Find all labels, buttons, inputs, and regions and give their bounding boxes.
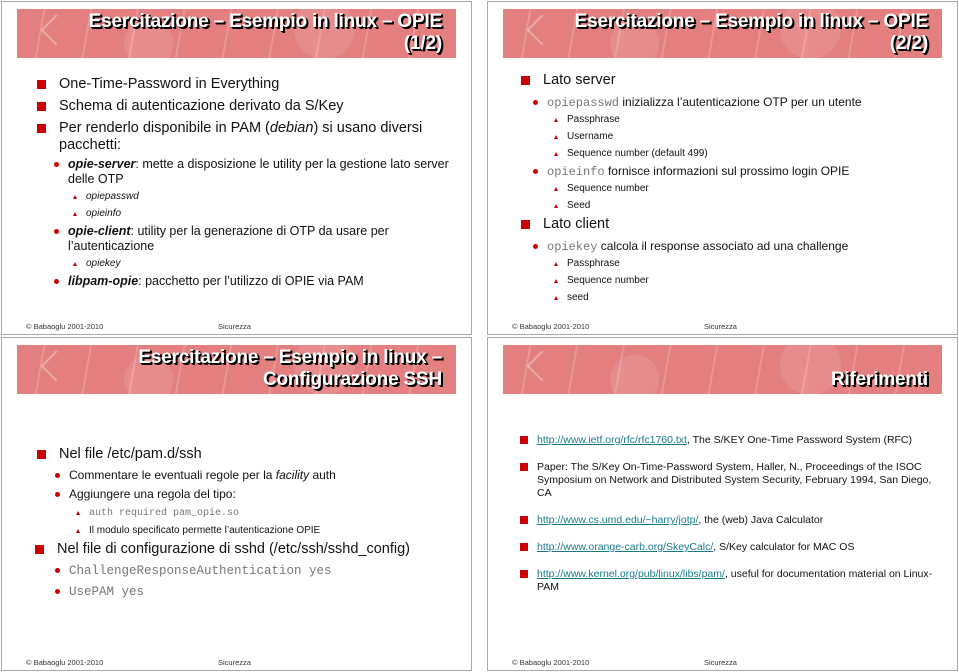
reference-item: Paper: The S/Key On-Time-Password System… [520, 461, 942, 500]
package-utility: opiepasswd [72, 190, 451, 203]
package-name: opie-client [68, 224, 131, 238]
slide-title: Esercitazione – Esempio in linux – Confi… [138, 347, 442, 391]
slide-ssh-config: Esercitazione – Esempio in linux – Confi… [1, 337, 472, 671]
command-name: opiekey [547, 240, 598, 254]
footer-topic: Sicurezza [218, 322, 251, 331]
footer-topic: Sicurezza [704, 322, 737, 331]
slide-title-bar: Esercitazione – Esempio in linux – OPIE … [17, 9, 456, 58]
package-utility: opiekey [72, 257, 451, 270]
title-line-1: Esercitazione – Esempio in linux – OPIE [88, 11, 443, 32]
footer-copyright: © Babaoglu 2001-2010 [512, 658, 590, 667]
package-item: opie-client: utility per la generazione … [54, 224, 451, 254]
section-heading: Nel file di configurazione di sshd (/etc… [35, 541, 456, 558]
reference-text: , The S/KEY One-Time Password System (RF… [686, 434, 913, 446]
slide-title-bar: Riferimenti [503, 345, 942, 394]
rule-code-text: auth required pam_opie.so [89, 508, 240, 519]
command-item: opiepasswd inizializza l’autenticazione … [533, 95, 942, 111]
bullet-item: Per renderlo disponibile in PAM (debian)… [37, 120, 451, 154]
command-item: opieinfo fornisce informazioni sul pross… [533, 164, 942, 180]
slide-title: Esercitazione – Esempio in linux – OPIE … [88, 11, 443, 55]
bullet-item: One-Time-Password in Everything [37, 76, 451, 93]
reference-item: http://www.cs.umd.edu/~harry/jotp/, the … [520, 514, 942, 527]
slide-title-bar: Esercitazione – Esempio in linux – Confi… [17, 345, 456, 394]
slide-title: Riferimenti [830, 369, 928, 390]
section-heading: Lato client [521, 216, 942, 233]
package-item: opie-server: mette a disposizione le uti… [54, 157, 451, 187]
command-desc: inizializza l’autenticazione OTP per un … [619, 95, 862, 109]
reference-link[interactable]: http://www.cs.umd.edu/~harry/jotp/ [537, 514, 698, 526]
title-line-1: Esercitazione – Esempio in linux – OPIE [574, 11, 929, 32]
bullet-item: Schema di autenticazione derivato da S/K… [37, 98, 451, 115]
command-param: Sequence number [553, 274, 942, 287]
section-heading: Lato server [521, 72, 942, 89]
command-param: Passphrase [553, 257, 942, 270]
config-option: ChallengeResponseAuthentication yes [55, 563, 456, 579]
command-param: Sequence number [553, 182, 942, 195]
reference-link[interactable]: http://www.ietf.org/rfc/rfc1760.txt [537, 434, 687, 446]
command-desc: fornisce informazioni sul prossimo login… [604, 164, 850, 178]
command-param: seed [553, 291, 942, 304]
config-option-text: ChallengeResponseAuthentication yes [69, 564, 332, 578]
bullet-text: Per renderlo disponibile in PAM ( [59, 120, 270, 136]
slide-body: http://www.ietf.org/rfc/rfc1760.txt, The… [520, 434, 942, 608]
slide-body: One-Time-Password in Everything Schema d… [37, 76, 451, 292]
reference-link[interactable]: http://www.orange-carb.org/SkeyCalc/ [537, 541, 713, 553]
command-name: opiepasswd [547, 96, 620, 110]
package-desc: : pacchetto per l’utilizzo di OPIE via P… [138, 274, 364, 288]
reference-text: Paper: The S/Key On-Time-Password System… [537, 461, 932, 499]
slide-references: Riferimenti http://www.ietf.org/rfc/rfc1… [487, 337, 958, 671]
bullet-text: One-Time-Password in Everything [59, 76, 280, 92]
package-name: libpam-opie [68, 274, 139, 288]
command-param: Sequence number (default 499) [553, 147, 942, 160]
section-heading: Nel file /etc/pam.d/ssh [37, 446, 456, 463]
command-desc: calcola il response associato ad una cha… [597, 239, 849, 253]
slide-body: Nel file /etc/pam.d/ssh Commentare le ev… [35, 446, 456, 605]
package-name: opie-server [68, 157, 136, 171]
instruction-text: Commentare le eventuali regole per la [69, 468, 276, 482]
slide-title: Esercitazione – Esempio in linux – OPIE … [574, 11, 929, 55]
footer-copyright: © Babaoglu 2001-2010 [512, 322, 590, 331]
seal-pattern-icon [40, 350, 72, 382]
instruction-item: Commentare le eventuali regole per la fa… [55, 468, 456, 483]
reference-item: http://www.kernel.org/pub/linux/libs/pam… [520, 568, 942, 594]
footer-topic: Sicurezza [704, 658, 737, 667]
config-option: UsePAM yes [55, 584, 456, 600]
seal-pattern-icon [526, 14, 558, 46]
title-line-1: Esercitazione – Esempio in linux – [138, 347, 442, 368]
slide-title-bar: Esercitazione – Esempio in linux – OPIE … [503, 9, 942, 58]
package-item: libpam-opie: pacchetto per l’utilizzo di… [54, 274, 451, 289]
instruction-item: Aggiungere una regola del tipo: [55, 487, 456, 502]
title-line-2: (2/2) [889, 33, 928, 54]
seal-pattern-icon [40, 14, 72, 46]
footer-copyright: © Babaoglu 2001-2010 [26, 658, 104, 667]
reference-text: , S/Key calculator for MAC OS [713, 541, 855, 553]
reference-item: http://www.ietf.org/rfc/rfc1760.txt, The… [520, 434, 942, 447]
config-option-text: UsePAM yes [69, 585, 145, 599]
command-param: Seed [553, 199, 942, 212]
package-utility: opieinfo [72, 207, 451, 220]
rule-note: Il modulo specificato permette l’autenti… [75, 524, 456, 537]
reference-text: , the (web) Java Calculator [698, 514, 824, 526]
footer-copyright: © Babaoglu 2001-2010 [26, 322, 104, 331]
title-line-2: (1/2) [403, 33, 442, 54]
instruction-text: auth [309, 468, 336, 482]
command-item: opiekey calcola il response associato ad… [533, 239, 942, 255]
title-line-2: Configurazione SSH [262, 369, 442, 390]
seal-pattern-icon [526, 350, 558, 382]
bullet-text-italic: debian [269, 120, 314, 136]
command-param: Username [553, 130, 942, 143]
slide-opie-2: Esercitazione – Esempio in linux – OPIE … [487, 1, 958, 335]
command-param: Passphrase [553, 113, 942, 126]
bullet-text: Schema di autenticazione derivato da S/K… [59, 98, 344, 114]
command-name: opieinfo [547, 165, 605, 179]
footer-topic: Sicurezza [218, 658, 251, 667]
reference-link[interactable]: http://www.kernel.org/pub/linux/libs/pam… [537, 568, 725, 580]
slide-body: Lato server opiepasswd inizializza l’aut… [521, 72, 942, 308]
instruction-text-italic: facility [275, 468, 310, 482]
reference-item: http://www.orange-carb.org/SkeyCalc/, S/… [520, 541, 942, 554]
rule-code: auth required pam_opie.so [75, 506, 456, 520]
slide-opie-1: Esercitazione – Esempio in linux – OPIE … [1, 1, 472, 335]
